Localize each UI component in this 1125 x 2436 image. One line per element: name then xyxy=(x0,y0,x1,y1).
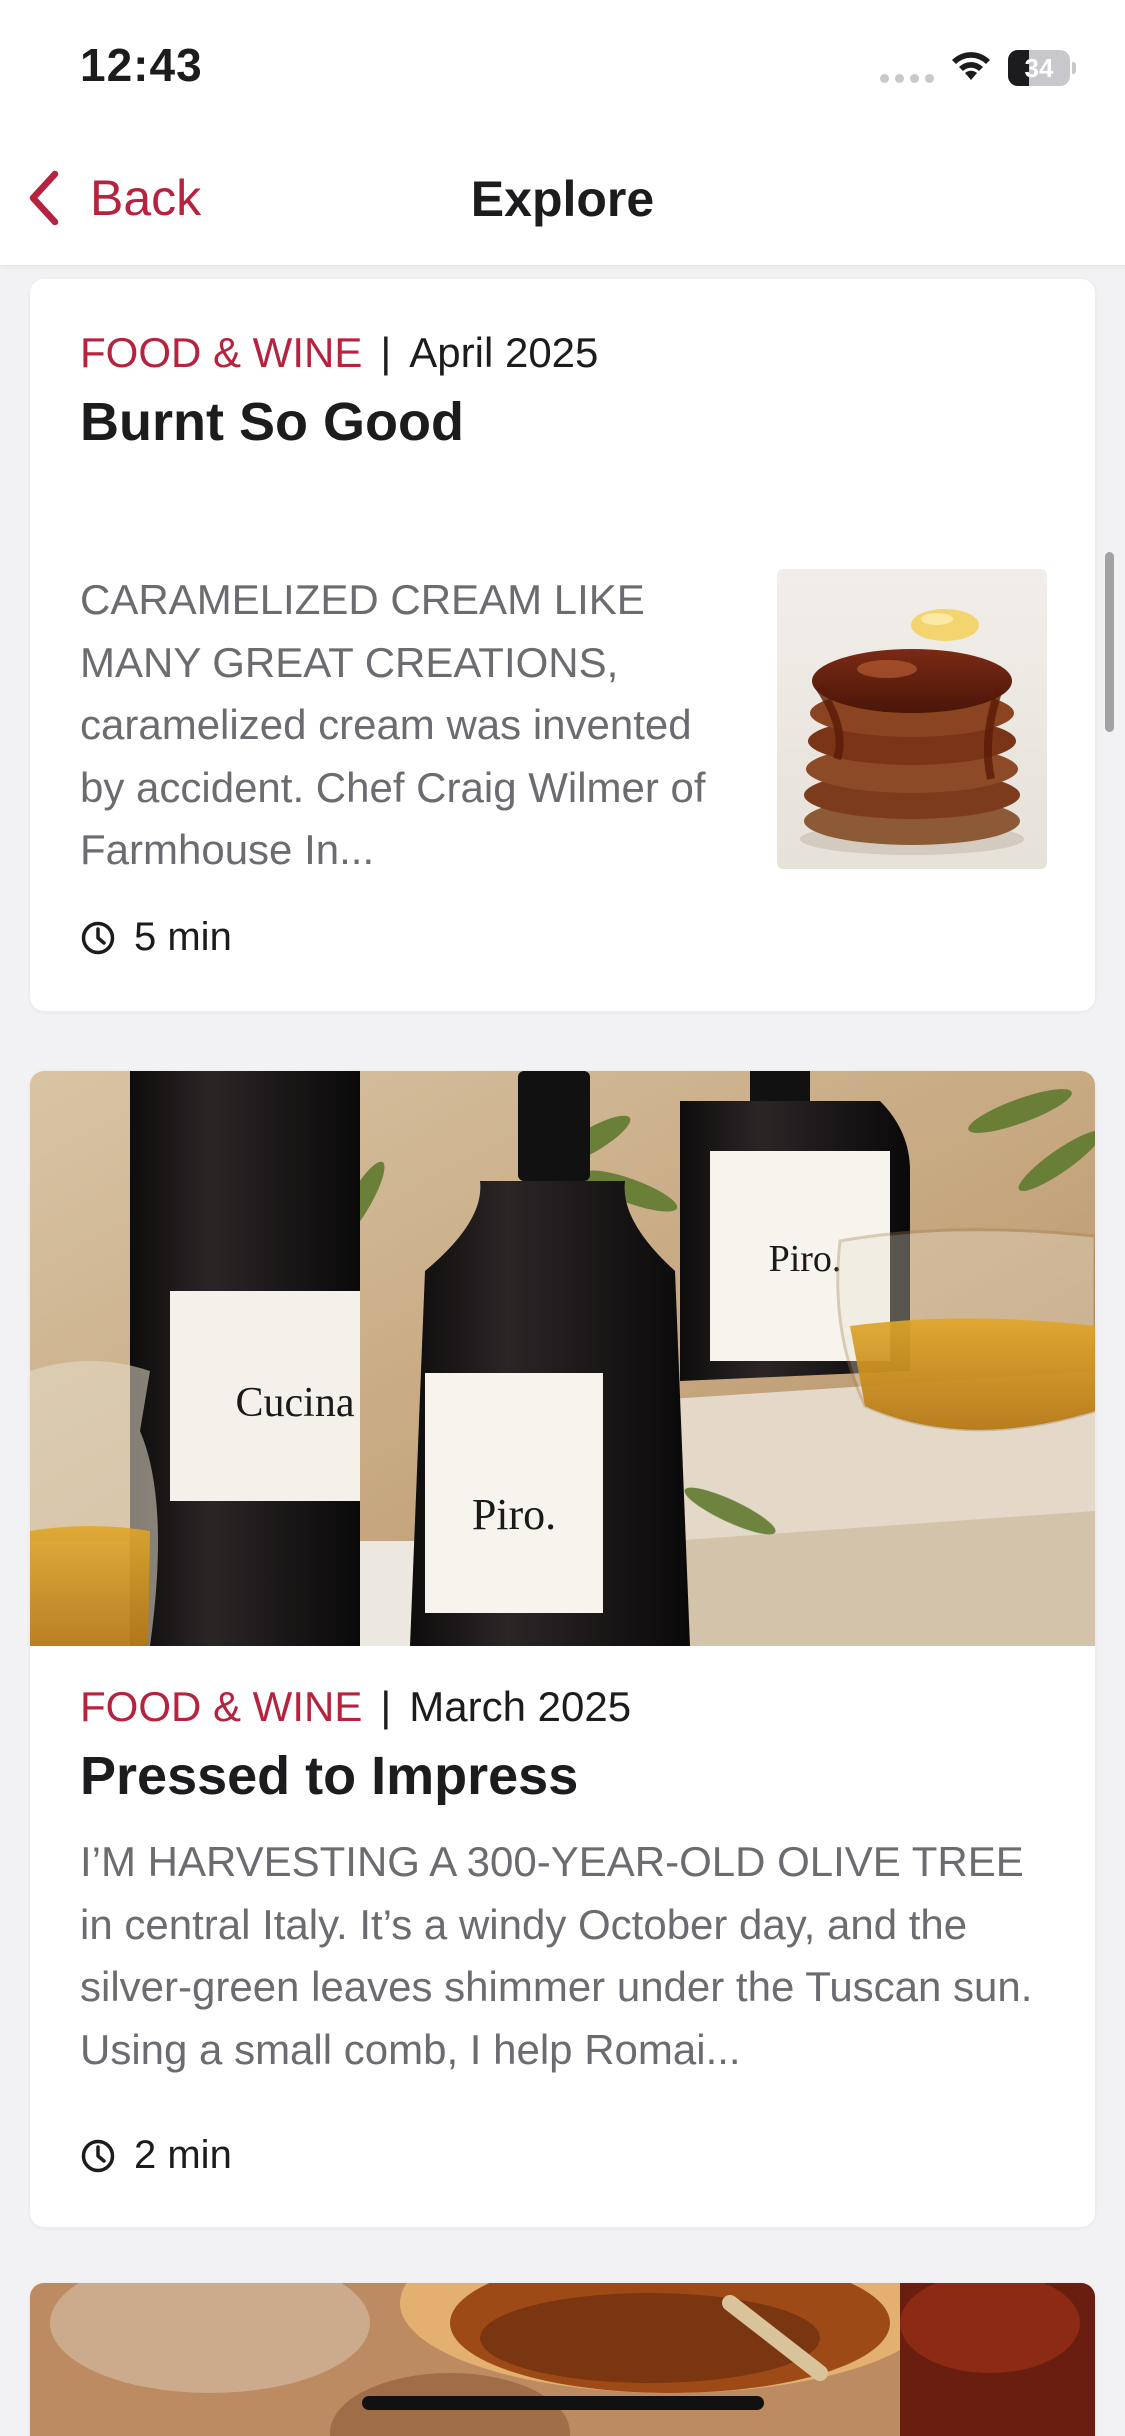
article-card[interactable]: FOOD & WINE | April 2025 Burnt So Good CAR… xyxy=(30,279,1095,1011)
page-title: Explore xyxy=(470,171,655,227)
meta-separator: | xyxy=(380,1683,392,1730)
article-excerpt: I’M HARVESTING A 300-YEAR-OLD OLIVE TREE… xyxy=(80,1838,1033,2073)
article-source: FOOD & WINE xyxy=(80,1683,363,1730)
battery-icon: 34 xyxy=(1008,50,1076,86)
navigation-bar: Back Explore xyxy=(0,130,1125,266)
article-date: March 2025 xyxy=(409,1683,632,1730)
clock-icon xyxy=(81,921,115,954)
cucina-label: Cucina xyxy=(236,1380,355,1426)
article-card[interactable]: Cucina Piro. Piro. FOOD & WINE | March 2… xyxy=(30,1071,1095,2227)
article-title: Burnt So Good xyxy=(80,392,464,452)
meta-separator: | xyxy=(380,329,392,376)
article-date: April 2025 xyxy=(409,329,599,376)
piro-label-back: Piro. xyxy=(769,1238,842,1280)
article-source: FOOD & WINE xyxy=(80,329,363,376)
article-title: Pressed to Impress xyxy=(80,1746,579,1806)
scroll-indicator[interactable] xyxy=(1105,552,1114,732)
piro-label-front: Piro. xyxy=(472,1490,556,1539)
wifi-icon xyxy=(952,52,990,80)
battery-level: 34 xyxy=(1024,53,1054,83)
article-meta: FOOD & WINE | March 2025 xyxy=(80,1683,631,1731)
home-indicator[interactable] xyxy=(362,2396,764,2410)
article-feed[interactable]: FOOD & WINE | April 2025 Burnt So Good CAR… xyxy=(0,265,1125,2436)
article-excerpt: CARAMELIZED CREAM LIKE MANY GREAT CREATI… xyxy=(80,576,706,873)
clock-icon xyxy=(81,2139,115,2172)
article-meta: FOOD & WINE | April 2025 xyxy=(80,329,598,377)
read-time-label: 5 min xyxy=(134,915,232,959)
read-time: 2 min xyxy=(80,2133,232,2178)
status-bar: 12:43 34 xyxy=(0,0,1125,130)
pancake-stack-thumbnail xyxy=(777,569,1047,869)
read-time: 5 min xyxy=(80,915,232,960)
olive-oil-bottles-photo: Cucina Piro. Piro. xyxy=(30,1071,1095,1646)
sauce-bowls-photo xyxy=(30,2283,1095,2436)
article-card[interactable] xyxy=(30,2283,1095,2436)
read-time-label: 2 min xyxy=(134,2133,232,2177)
signal-dots-icon xyxy=(880,74,934,83)
status-time: 12:43 xyxy=(80,39,203,91)
